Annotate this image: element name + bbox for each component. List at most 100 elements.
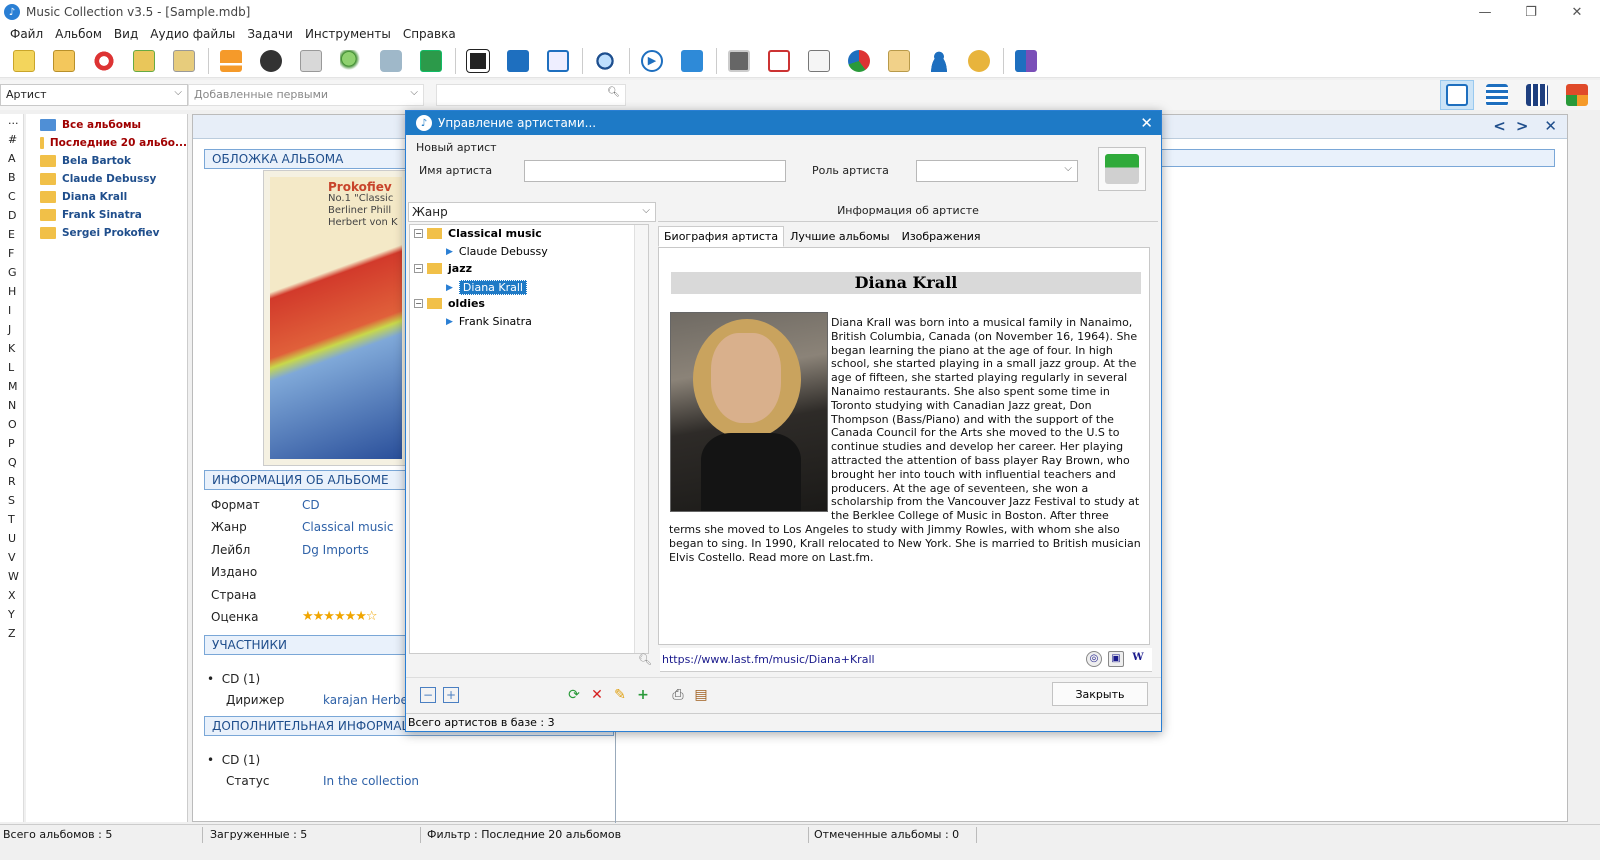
letter-index-item[interactable]: V [0,551,23,570]
rating-stars[interactable]: ★★★★★★☆ [302,609,378,624]
chart-icon[interactable] [843,46,875,76]
letter-index-item[interactable]: E [0,228,23,247]
letter-index-item[interactable]: S [0,494,23,513]
close-panel-icon[interactable]: ✕ [1544,117,1557,135]
letter-index-item[interactable]: R [0,475,23,494]
letter-index-item[interactable]: N [0,399,23,418]
browse-icon[interactable] [542,46,574,76]
letter-index-item[interactable]: D [0,209,23,228]
letter-index-item[interactable]: G [0,266,23,285]
letter-index-item[interactable]: H [0,285,23,304]
letter-index-item[interactable]: ... [0,114,23,133]
document-icon[interactable] [803,46,835,76]
conductor-value[interactable]: karajan Herbe [323,693,408,707]
artist-url-text[interactable]: https://www.last.fm/music/Diana+Krall [662,653,875,666]
menu-view[interactable]: Вид [108,27,144,41]
view-grid-button[interactable] [1520,80,1554,110]
save-artist-button[interactable] [1098,147,1146,191]
collapse-icon[interactable]: − [414,264,423,273]
tree-item-artist[interactable]: Claude Debussy [26,170,187,188]
disc-search-icon[interactable] [375,46,407,76]
globe-icon[interactable]: ◎ [1086,651,1102,667]
menu-tools[interactable]: Инструменты [299,27,397,41]
add-album-icon[interactable] [8,46,40,76]
artist-role-select[interactable]: ⌵ [916,160,1078,182]
user-icon[interactable] [923,46,955,76]
menu-help[interactable]: Справка [397,27,462,41]
letter-index-item[interactable]: Z [0,627,23,646]
letter-index-item[interactable]: M [0,380,23,399]
letter-index-item[interactable]: W [0,570,23,589]
view-table-button[interactable] [1480,80,1514,110]
delete-icon[interactable]: ✕ [589,687,605,703]
film-icon[interactable] [462,46,494,76]
tree-item-all-albums[interactable]: Все альбомы [26,116,187,134]
view-covers-button[interactable] [1560,80,1594,110]
letter-index-item[interactable]: U [0,532,23,551]
tree-item-artist[interactable]: Bela Bartok [26,152,187,170]
tree-node-genre[interactable]: − jazz [414,262,472,275]
restore-button[interactable]: ❐ [1508,0,1554,24]
tree-item-recent-albums[interactable]: Последние 20 альбо... [26,134,187,152]
letter-index-item[interactable]: P [0,437,23,456]
lifebuoy-icon[interactable] [88,46,120,76]
genre-combo[interactable]: Жанр ⌵ [408,202,656,222]
add-folder-icon[interactable] [48,46,80,76]
genre-value[interactable]: Classical music [302,520,393,534]
edit-icon[interactable]: ✎ [612,687,628,703]
tree-node-artist[interactable]: ▶ Claude Debussy [446,245,548,258]
tab-images[interactable]: Изображения [896,226,987,247]
collapse-icon[interactable]: − [414,299,423,308]
letter-index-item[interactable]: K [0,342,23,361]
group-by-combo[interactable]: Артист ⌵ [0,84,188,106]
export-icon[interactable]: ▤ [693,687,709,703]
letter-index-item[interactable]: C [0,190,23,209]
menu-file[interactable]: Файл [4,27,49,41]
letter-index-item[interactable]: O [0,418,23,437]
letter-index-item[interactable]: Y [0,608,23,627]
sort-by-combo[interactable]: Добавленные первыми ⌵ [188,84,424,106]
previous-album-icon[interactable]: < [1493,117,1506,135]
next-album-icon[interactable]: > [1516,117,1529,135]
save-icon[interactable]: ▣ [1108,651,1124,667]
eject-icon[interactable] [215,46,247,76]
add-icon[interactable]: + [635,687,651,703]
tools-icon[interactable] [963,46,995,76]
download-icon[interactable] [295,46,327,76]
artist-url[interactable]: https://www.last.fm/music/Diana+Krall ◎ … [660,648,1152,672]
letter-index-item[interactable]: T [0,513,23,532]
search-icon[interactable]: 🔍︎ [638,653,652,666]
tree-node-artist[interactable]: ▶ Frank Sinatra [446,315,532,328]
letter-index-item[interactable]: X [0,589,23,608]
tree-node-genre[interactable]: − Classical music [414,227,542,240]
text-disc-icon[interactable] [255,46,287,76]
letter-index-item[interactable]: J [0,323,23,342]
close-icon[interactable]: ✕ [1140,114,1153,132]
letter-index-item[interactable]: I [0,304,23,323]
close-window-button[interactable]: ✕ [1554,0,1600,24]
refresh-icon[interactable]: ⟳ [566,687,582,703]
search-input[interactable]: 🔍︎ [436,84,626,106]
tree-node-genre[interactable]: − oldies [414,297,485,310]
tree-item-artist[interactable]: Sergei Prokofiev [26,224,187,242]
album-cover[interactable]: Prokofiev No.1 "Classic Berliner Phill H… [263,170,409,466]
zoom-icon[interactable] [589,46,621,76]
artist-name-input[interactable] [524,160,786,182]
shuffle-icon[interactable] [676,46,708,76]
tree-item-artist[interactable]: Frank Sinatra [26,206,187,224]
menu-audio[interactable]: Аудио файлы [144,27,241,41]
collapse-icon[interactable]: − [414,229,423,238]
letter-index-item[interactable]: Q [0,456,23,475]
tab-best-albums[interactable]: Лучшие альбомы [784,226,896,247]
archive-icon[interactable] [883,46,915,76]
edit-icon[interactable] [502,46,534,76]
calendar-icon[interactable] [763,46,795,76]
print-icon[interactable] [723,46,755,76]
view-details-button[interactable] [1440,80,1474,110]
letter-index-item[interactable]: B [0,171,23,190]
wikipedia-icon[interactable]: W [1130,651,1146,667]
search-icon[interactable] [335,46,367,76]
tree-item-artist[interactable]: Diana Krall [26,188,187,206]
menu-tasks[interactable]: Задачи [241,27,299,41]
tree-scrollbar[interactable] [634,225,648,653]
